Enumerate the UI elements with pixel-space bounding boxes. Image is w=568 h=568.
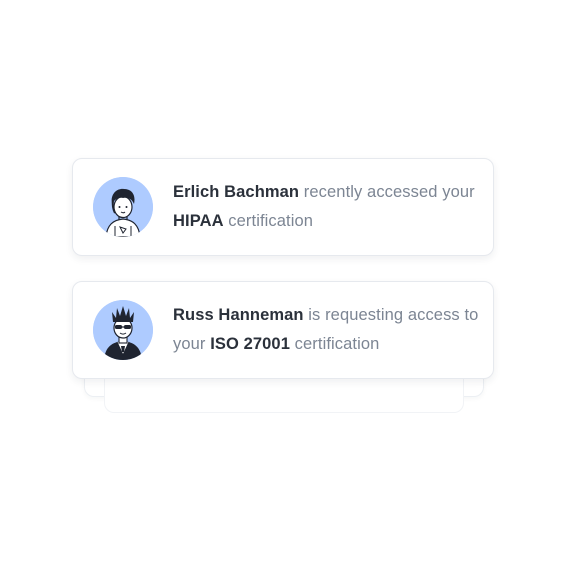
certification-suffix: certification bbox=[289, 335, 380, 353]
avatar bbox=[93, 300, 153, 360]
user-name: Russ Hanneman bbox=[173, 306, 304, 324]
user-name: Erlich Bachman bbox=[173, 183, 300, 201]
person-avatar-icon bbox=[93, 177, 153, 237]
notification-message: Russ Hanneman is requesting access to yo… bbox=[173, 301, 485, 359]
notification-action-text: recently accessed your bbox=[299, 183, 475, 201]
certification-name: HIPAA bbox=[173, 212, 224, 230]
certification-name: ISO 27001 bbox=[210, 335, 290, 353]
notification-message: Erlich Bachman recently accessed your HI… bbox=[173, 178, 485, 236]
notification-card[interactable]: Erlich Bachman recently accessed your HI… bbox=[72, 158, 494, 256]
stacked-card-shadow-bottom bbox=[104, 378, 464, 413]
notification-card[interactable]: Russ Hanneman is requesting access to yo… bbox=[72, 281, 494, 379]
person-avatar-icon bbox=[93, 300, 153, 360]
certification-suffix: certification bbox=[223, 212, 314, 230]
avatar bbox=[93, 177, 153, 237]
